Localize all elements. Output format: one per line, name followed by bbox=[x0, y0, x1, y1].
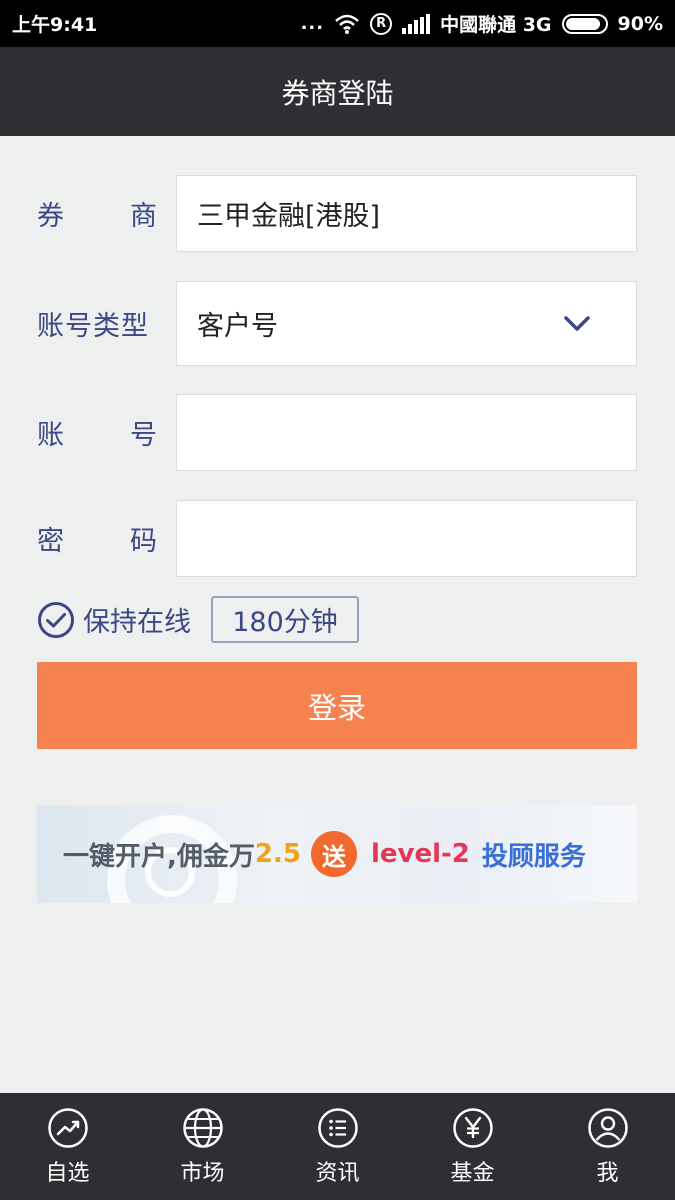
broker-select[interactable]: 三甲金融[港股] bbox=[176, 175, 637, 252]
status-right: ... R 中國聯通 3G 90% bbox=[301, 10, 663, 37]
banner-number: 2.5 bbox=[254, 839, 301, 869]
user-icon bbox=[587, 1107, 628, 1148]
battery-percent: 90% bbox=[617, 12, 663, 35]
globe-icon bbox=[182, 1107, 223, 1148]
more-dots-icon: ... bbox=[300, 13, 325, 34]
broker-label: 券 商 bbox=[37, 201, 157, 232]
status-time: 上午9:41 bbox=[12, 14, 98, 36]
tab-label: 我 bbox=[596, 1160, 619, 1186]
bottom-tab-bar: 自选 市场 资讯 基金 我 bbox=[0, 1093, 675, 1200]
check-circle-icon[interactable] bbox=[37, 601, 75, 639]
tab-me[interactable]: 我 bbox=[540, 1093, 675, 1200]
tab-label: 基金 bbox=[450, 1160, 495, 1186]
status-bar: 上午9:41 ... R 中國聯通 3G 90% bbox=[0, 0, 675, 47]
chevron-down-icon bbox=[564, 315, 590, 331]
broker-value: 三甲金融[港股] bbox=[197, 201, 381, 232]
tab-fund[interactable]: 基金 bbox=[405, 1093, 540, 1200]
login-button[interactable]: 登录 bbox=[37, 662, 637, 749]
tab-label: 市场 bbox=[180, 1160, 225, 1186]
password-input[interactable] bbox=[176, 500, 637, 577]
account-type-value: 客户号 bbox=[197, 311, 278, 342]
battery-icon bbox=[561, 13, 608, 34]
tab-label: 资讯 bbox=[315, 1160, 360, 1186]
tab-label: 自选 bbox=[45, 1160, 90, 1186]
wifi-icon bbox=[335, 14, 359, 34]
account-type-select[interactable]: 客户号 bbox=[176, 281, 637, 366]
banner-level: level-2 bbox=[370, 839, 470, 869]
trend-icon bbox=[47, 1107, 88, 1148]
password-label: 密 码 bbox=[37, 526, 157, 557]
password-row: 密 码 bbox=[37, 500, 637, 577]
account-label: 账 号 bbox=[37, 420, 157, 451]
tab-news[interactable]: 资讯 bbox=[270, 1093, 405, 1200]
account-type-row: 账号类型 客户号 bbox=[37, 281, 637, 366]
tab-market[interactable]: 市场 bbox=[135, 1093, 270, 1200]
banner-service: 投顾服务 bbox=[481, 841, 586, 872]
keep-online-row: 保持在线 180分钟 bbox=[37, 596, 359, 643]
title-bar: 券商登陆 bbox=[0, 47, 675, 136]
page-title: 券商登陆 bbox=[281, 76, 394, 110]
broker-row: 券 商 三甲金融[港股] bbox=[37, 175, 637, 252]
yen-icon bbox=[452, 1107, 493, 1148]
account-input[interactable] bbox=[176, 394, 637, 471]
promo-banner[interactable]: 一键开户,佣金万 2.5 送 level-2 投顾服务 bbox=[37, 805, 637, 903]
registered-icon: R bbox=[370, 12, 393, 35]
duration-button[interactable]: 180分钟 bbox=[211, 596, 359, 643]
carrier-text: 中國聯通 3G bbox=[440, 14, 552, 36]
banner-text: 一键开户,佣金万 bbox=[63, 841, 255, 872]
account-type-label: 账号类型 bbox=[37, 311, 149, 342]
tab-favorites[interactable]: 自选 bbox=[0, 1093, 135, 1200]
signal-icon bbox=[402, 13, 431, 34]
list-icon bbox=[317, 1107, 358, 1148]
keep-online-label[interactable]: 保持在线 bbox=[83, 600, 191, 639]
account-row: 账 号 bbox=[37, 394, 637, 471]
gift-badge: 送 bbox=[310, 831, 357, 877]
